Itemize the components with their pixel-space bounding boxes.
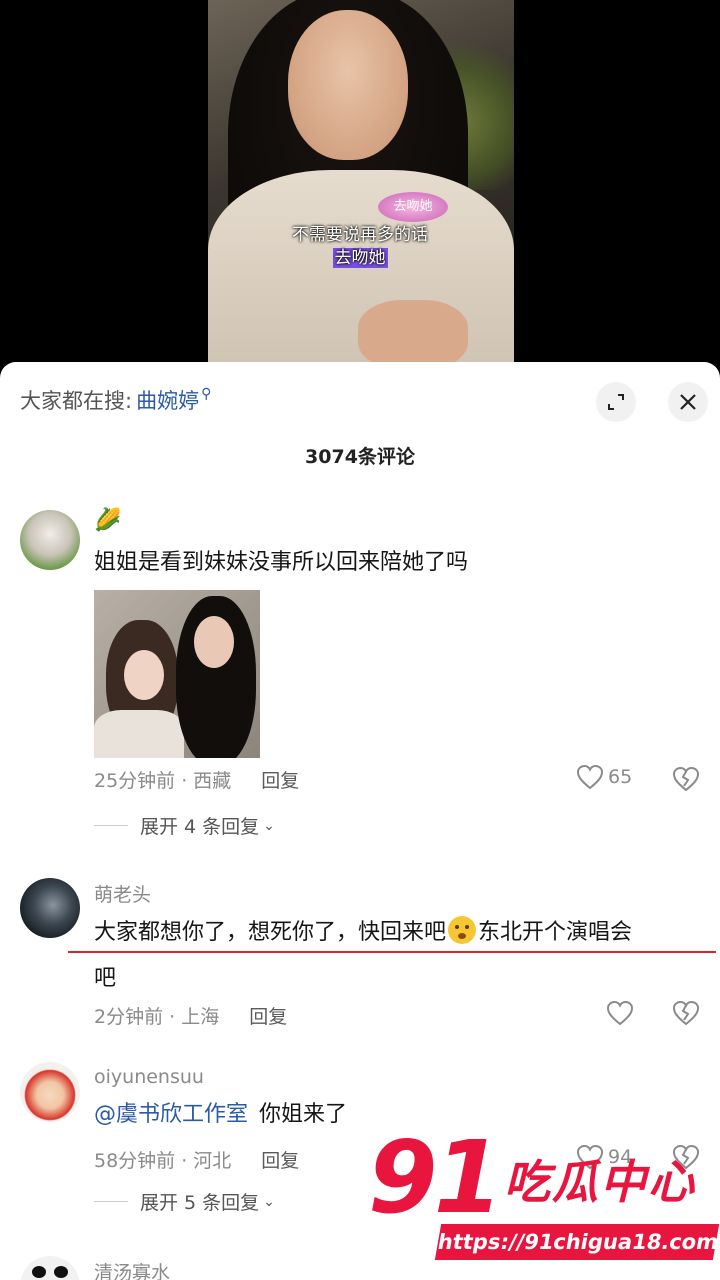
close-button[interactable] — [668, 382, 708, 422]
photo-person-1-face — [124, 650, 164, 700]
comment-meta: 58分钟前 · 河北 回复 — [94, 1146, 299, 1173]
expand-replies-label: 展开 4 条回复 — [140, 816, 260, 838]
heart-icon — [606, 1000, 634, 1026]
search-icon: ⚲ — [201, 386, 212, 402]
mention-link[interactable]: @虞书欣工作室 — [94, 1102, 248, 1127]
video-frame — [208, 0, 514, 362]
comment-text-part: 东北开个演唱会 — [478, 920, 633, 945]
site-watermark: 91 吃瓜中心 https://91chigua18.com — [368, 1119, 720, 1268]
watermark-url: https://91chigua18.com — [434, 1224, 720, 1260]
comment-photo[interactable] — [94, 590, 260, 758]
comment-text: 大家都想你了，想死你了，快回来吧 东北开个演唱会 吧 — [94, 910, 704, 1002]
video-caption: 不需要说再多的话 去吻她 — [0, 224, 720, 270]
like-button[interactable]: 65 — [576, 764, 632, 790]
person-face — [288, 10, 408, 160]
like-button[interactable] — [606, 1000, 634, 1026]
dislike-button[interactable] — [672, 766, 700, 792]
comment-author[interactable]: oiyunensuu — [94, 1066, 204, 1088]
watermark-number: 91 — [368, 1119, 503, 1236]
comment-text-part: 吧 — [94, 966, 117, 991]
chevron-down-icon: ⌄ — [263, 817, 275, 834]
caption-line-1: 不需要说再多的话 — [292, 225, 428, 245]
avatar[interactable] — [20, 878, 80, 938]
expand-replies-button[interactable]: 展开 5 条回复 ⌄ — [94, 1188, 275, 1215]
broken-heart-icon — [672, 766, 700, 792]
caption-highlight: 去吻她 — [332, 248, 388, 268]
reply-button[interactable]: 回复 — [261, 1146, 299, 1173]
panda-eye — [54, 1266, 68, 1278]
red-underline-annotation — [68, 951, 716, 953]
divider-line — [94, 1201, 128, 1202]
photo-person-1-body — [94, 710, 184, 758]
expand-replies-button[interactable]: 展开 4 条回复 ⌄ — [94, 812, 275, 839]
photo-person-2-face — [194, 616, 234, 668]
trending-search[interactable]: 大家都在搜: 曲婉婷 ⚲ — [20, 384, 211, 416]
heart-icon — [576, 764, 604, 790]
avatar[interactable] — [20, 1062, 80, 1122]
trending-search-term[interactable]: 曲婉婷 — [136, 385, 199, 415]
divider-line — [94, 825, 128, 826]
like-count: 65 — [608, 766, 633, 788]
dislike-button[interactable] — [672, 1000, 700, 1026]
person-hand — [358, 300, 468, 362]
comment-time-location: 58分钟前 · 河北 — [94, 1150, 232, 1172]
comment-author[interactable]: 清汤寡水 — [94, 1258, 170, 1280]
chevron-down-icon: ⌄ — [263, 1193, 275, 1210]
avatar[interactable] — [20, 510, 80, 570]
video-player[interactable]: 去吻她 不需要说再多的话 去吻她 — [0, 0, 720, 362]
trending-search-prefix: 大家都在搜: — [20, 389, 133, 413]
comment-text-part: 大家都想你了，想死你了，快回来吧 — [94, 920, 447, 945]
watermark-name: 吃瓜中心 — [504, 1155, 696, 1209]
comment-text-part: 你姐来了 — [259, 1102, 348, 1127]
thinking-emoji-icon — [448, 916, 477, 944]
panda-eye — [32, 1266, 46, 1278]
video-sticker: 去吻她 — [378, 192, 448, 222]
broken-heart-icon — [672, 1000, 700, 1026]
expand-button[interactable] — [596, 382, 636, 422]
reply-button[interactable]: 回复 — [249, 1002, 287, 1029]
comment-count: 3074条评论 — [305, 446, 415, 468]
comment-text: 姐姐是看到妹妹没事所以回来陪她了吗 — [94, 550, 469, 575]
close-icon — [680, 394, 696, 410]
expand-replies-label: 展开 5 条回复 — [140, 1192, 260, 1214]
comment-author[interactable]: 萌老头 — [94, 880, 151, 907]
expand-icon — [608, 394, 624, 410]
comment-author[interactable]: 🌽 — [94, 508, 121, 533]
comment-meta: 25分钟前 · 西藏 回复 — [94, 766, 299, 793]
comment-meta: 2分钟前 · 上海 回复 — [94, 1002, 287, 1029]
reply-button[interactable]: 回复 — [261, 766, 299, 793]
caption-line-2: 去吻她 — [0, 247, 720, 270]
comment-time-location: 25分钟前 · 西藏 — [94, 770, 232, 792]
comment-time-location: 2分钟前 · 上海 — [94, 1006, 220, 1028]
